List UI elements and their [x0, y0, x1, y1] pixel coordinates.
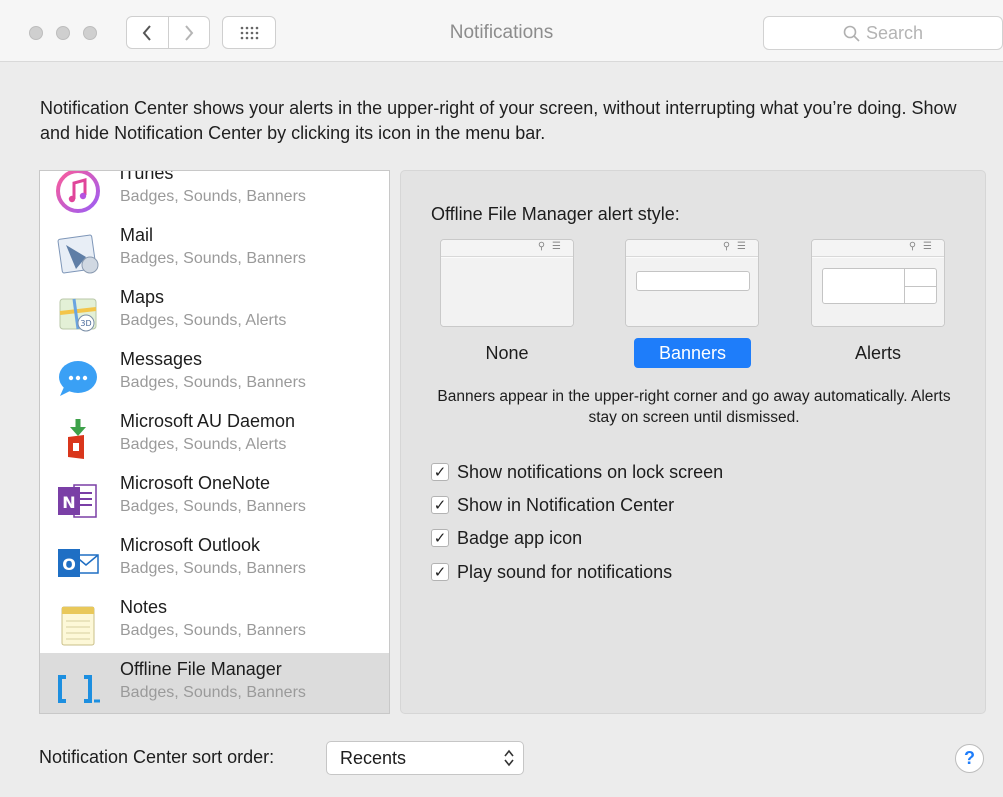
messages-icon	[59, 361, 97, 396]
checkbox-box[interactable]: ✓	[431, 529, 449, 547]
show-on-lock-screen-checkbox[interactable]: ✓ Show notifications on lock screen	[431, 460, 723, 484]
list-item-microsoft-onenote[interactable]: N Microsoft OneNote Badges, Sounds, Bann…	[40, 467, 389, 529]
alert-style-help-text: Banners appear in the upper-right corner…	[437, 388, 951, 426]
mail-icon	[57, 234, 99, 274]
app-notification-types: Badges, Sounds, Banners	[120, 622, 306, 639]
app-notification-types: Badges, Sounds, Alerts	[120, 436, 287, 453]
preview-banner	[636, 271, 750, 291]
notes-icon	[61, 606, 95, 646]
help-button[interactable]: ?	[955, 744, 984, 773]
checkbox-label: Play sound for notifications	[457, 561, 673, 582]
app-name: Mail	[120, 225, 154, 245]
onenote-icon: N	[58, 484, 97, 518]
checkbox-label: Show notifications on lock screen	[457, 461, 724, 482]
description-text: Notification Center shows your alerts in…	[40, 98, 957, 143]
preview-desktop	[626, 258, 758, 326]
app-notification-types: Badges, Sounds, Banners	[120, 188, 306, 205]
list-item-itunes[interactable]: iTunes Badges, Sounds, Banners	[40, 170, 389, 219]
app-name: Microsoft AU Daemon	[120, 411, 296, 431]
outlook-icon: O	[58, 549, 99, 577]
alert-style-banners-preview[interactable]: ⚲ ☰	[625, 239, 759, 327]
alert-style-none-label[interactable]: None	[474, 338, 540, 368]
list-item-mail[interactable]: Mail Badges, Sounds, Banners	[40, 219, 389, 281]
app-notification-types: Badges, Sounds, Banners	[120, 560, 306, 577]
preview-menubar: ⚲ ☰	[441, 240, 573, 257]
svg-text:N: N	[62, 493, 75, 512]
app-notification-types: Badges, Sounds, Banners	[120, 498, 306, 515]
sort-order-select[interactable]: Recents	[326, 741, 524, 775]
app-list[interactable]: iTunes Badges, Sounds, Banners Mail Badg…	[39, 170, 390, 714]
app-name: iTunes	[120, 170, 174, 183]
sort-order-label: Notification Center sort order:	[39, 747, 275, 767]
microsoft-au-daemon-icon	[68, 419, 86, 459]
app-notification-types: Badges, Sounds, Banners	[120, 374, 306, 391]
app-name: Offline File Manager	[120, 659, 282, 679]
badge-app-icon-checkbox[interactable]: ✓ Badge app icon	[431, 526, 582, 550]
play-sound-checkbox[interactable]: ✓ Play sound for notifications	[431, 560, 672, 584]
itunes-icon	[56, 171, 100, 213]
list-item-microsoft-outlook[interactable]: O Microsoft Outlook Badges, Sounds, Bann…	[40, 529, 389, 591]
app-notification-types: Badges, Sounds, Banners	[120, 684, 306, 701]
preview-menubar: ⚲ ☰	[812, 240, 944, 257]
app-notification-types: Badges, Sounds, Alerts	[120, 312, 287, 329]
checkbox-label: Show in Notification Center	[457, 494, 675, 515]
preview-desktop	[441, 258, 573, 326]
list-item-maps[interactable]: 3D Maps Badges, Sounds, Alerts	[40, 281, 389, 343]
up-down-chevron-icon	[504, 749, 514, 767]
svg-text:3D: 3D	[80, 319, 91, 328]
preview-alert	[822, 268, 937, 304]
preview-alert-divider	[904, 286, 936, 287]
list-item-notes[interactable]: Notes Badges, Sounds, Banners	[40, 591, 389, 653]
checkbox-box[interactable]: ✓	[431, 496, 449, 514]
search-placeholder: Search	[865, 22, 924, 43]
checkbox-box[interactable]: ✓	[431, 563, 449, 581]
app-name: Notes	[120, 597, 168, 617]
svg-text:O: O	[62, 555, 76, 574]
alert-style-alerts-preview[interactable]: ⚲ ☰	[811, 239, 945, 327]
checkbox-label: Badge app icon	[457, 527, 583, 548]
app-name: Messages	[120, 349, 203, 369]
list-item-offline-file-manager[interactable]: Offline File Manager Badges, Sounds, Ban…	[40, 653, 389, 713]
alert-style-none-preview[interactable]: ⚲ ☰	[440, 239, 574, 327]
checkbox-box[interactable]: ✓	[431, 463, 449, 481]
alert-settings-panel: Offline File Manager alert style: ⚲ ☰ ⚲ …	[400, 170, 986, 714]
alert-style-banners-label[interactable]: Banners	[634, 338, 751, 368]
preview-search-list-icon: ⚲ ☰	[537, 241, 563, 252]
app-name: Microsoft OneNote	[120, 473, 271, 493]
alert-style-heading: Offline File Manager alert style:	[431, 204, 680, 224]
show-in-notification-center-checkbox[interactable]: ✓ Show in Notification Center	[431, 493, 674, 517]
sort-order-value: Recents	[340, 747, 407, 768]
title-bar: Notifications Search	[0, 0, 1003, 62]
list-item-microsoft-au-daemon[interactable]: Microsoft AU Daemon Badges, Sounds, Aler…	[40, 405, 389, 467]
preview-search-list-icon: ⚲ ☰	[908, 241, 934, 252]
search-icon	[843, 25, 860, 42]
preview-search-list-icon: ⚲ ☰	[722, 241, 748, 252]
alert-style-alerts-label[interactable]: Alerts	[841, 338, 915, 368]
list-item-messages[interactable]: Messages Badges, Sounds, Banners	[40, 343, 389, 405]
app-notification-types: Badges, Sounds, Banners	[120, 250, 306, 267]
offline-file-manager-icon	[58, 675, 100, 703]
app-name: Maps	[120, 287, 165, 307]
search-input[interactable]: Search	[763, 16, 1003, 50]
app-name: Microsoft Outlook	[120, 535, 261, 555]
maps-icon: 3D	[59, 298, 97, 332]
preview-menubar: ⚲ ☰	[626, 240, 758, 257]
